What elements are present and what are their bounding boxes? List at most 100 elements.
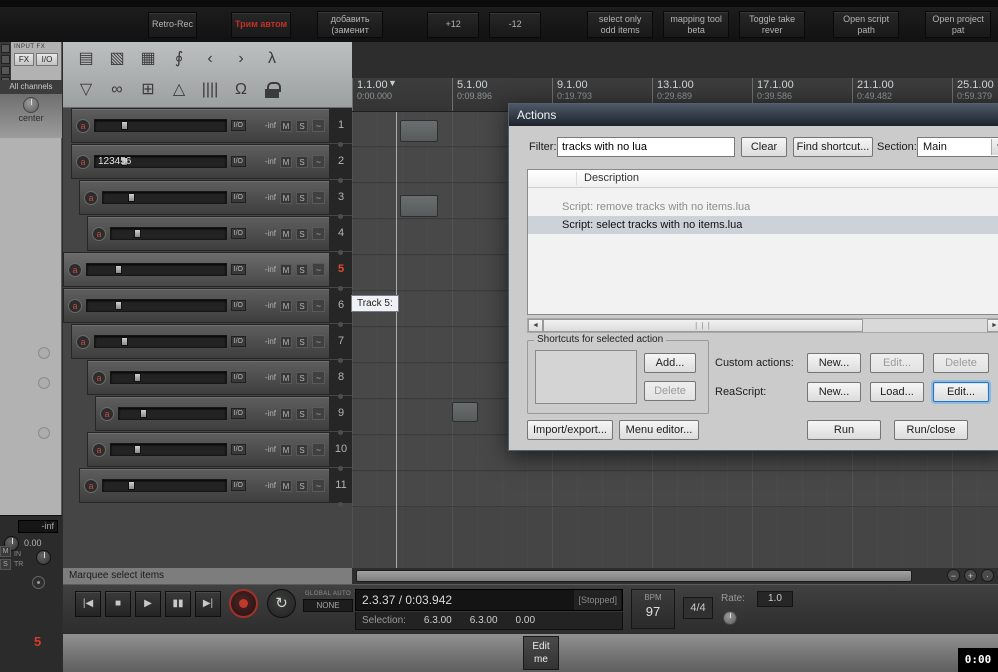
run-button[interactable]: Run	[807, 420, 881, 440]
track-size-dot[interactable]	[338, 178, 343, 183]
track-envelope-button[interactable]: ~	[312, 407, 325, 420]
monitor-knob[interactable]	[36, 550, 51, 565]
track-panel[interactable]: a I/O -inf M S ~	[63, 252, 330, 287]
record-arm-button[interactable]: a	[100, 406, 114, 421]
track-number-cell[interactable]: 7	[330, 324, 352, 363]
stop-button[interactable]: ■	[105, 591, 131, 617]
track-panel[interactable]: a I/O -inf M S ~	[87, 432, 330, 467]
mini-button[interactable]	[1, 66, 10, 75]
track-io-button[interactable]: I/O	[230, 372, 246, 383]
record-arm-button[interactable]: a	[84, 190, 98, 205]
track-envelope-button[interactable]: ~	[312, 479, 325, 492]
toolbar-button[interactable]: select only odd items	[587, 11, 654, 38]
hscrollbar-thumb[interactable]	[356, 570, 912, 582]
track-panel[interactable]: a I/O -inf M S ~	[63, 288, 330, 323]
toolbar-button[interactable]: Open script path	[833, 11, 900, 38]
menu-editor-button[interactable]: Menu editor...	[619, 420, 699, 440]
track-io-button[interactable]: I/O	[230, 336, 246, 347]
go-to-end-button[interactable]: ▶|	[195, 591, 221, 617]
find-shortcut-button[interactable]: Find shortcut...	[793, 137, 873, 157]
zoom-out-icon[interactable]: −	[947, 569, 960, 582]
track-number-cell[interactable]: 2	[330, 144, 352, 183]
record-arm-button[interactable]: a	[76, 154, 90, 169]
custom-new-button[interactable]: New...	[807, 353, 861, 373]
track-io-button[interactable]: I/O	[230, 480, 246, 491]
track-io-button[interactable]: I/O	[230, 444, 246, 455]
media-item[interactable]	[400, 195, 438, 217]
toolbar-button[interactable]: Open project pat	[925, 11, 992, 38]
save-project-icon[interactable]: ▦	[137, 47, 159, 71]
track-envelope-button[interactable]: ~	[312, 155, 325, 168]
filter-icon[interactable]: ▽	[75, 78, 97, 102]
track-number-cell[interactable]: 9	[330, 396, 352, 435]
track-solo-button[interactable]: S	[296, 479, 308, 492]
send-knob[interactable]	[38, 427, 50, 439]
metronome-icon[interactable]: λ	[261, 47, 283, 71]
paperclip-icon[interactable]: ∮	[168, 47, 190, 71]
track-panel[interactable]: a I/O -inf M S ~	[87, 360, 330, 395]
track-solo-button[interactable]: S	[296, 371, 308, 384]
track-panel[interactable]: a I/O -inf M S ~	[95, 396, 330, 431]
track-mute-button[interactable]: M	[280, 335, 292, 348]
track-panel[interactable]: a I/O -inf M S ~	[71, 324, 330, 359]
fader-handle[interactable]	[140, 409, 148, 418]
fader-handle[interactable]	[133, 373, 141, 382]
track-size-dot[interactable]	[338, 142, 343, 147]
action-list-hscrollbar[interactable]: ◄ | | | ►	[527, 318, 998, 333]
track-envelope-button[interactable]: ~	[312, 191, 325, 204]
track-volume-fader[interactable]	[110, 371, 227, 384]
scroll-right-arrow[interactable]: ►	[987, 319, 998, 332]
fader-handle[interactable]	[114, 265, 122, 274]
new-project-icon[interactable]: ▤	[75, 47, 97, 71]
rate-knob[interactable]	[723, 611, 737, 625]
track-io-button[interactable]: I/O	[230, 120, 246, 131]
add-shortcut-button[interactable]: Add...	[644, 353, 696, 373]
track-solo-button[interactable]: S	[296, 443, 308, 456]
rate-value[interactable]: 1.0	[757, 591, 793, 607]
fader-handle[interactable]	[114, 301, 122, 310]
filter-input[interactable]	[557, 137, 735, 157]
track-envelope-button[interactable]: ~	[312, 227, 325, 240]
track-size-dot[interactable]	[338, 358, 343, 363]
track-mute-button[interactable]: M	[280, 443, 292, 456]
track-number-cell[interactable]: 5	[330, 252, 352, 291]
toolbar-button[interactable]: добавить (заменит	[317, 11, 384, 38]
media-item[interactable]	[452, 402, 478, 422]
track-mute-button[interactable]: M	[280, 263, 292, 276]
track-envelope-button[interactable]: ~	[312, 335, 325, 348]
section-select[interactable]: Main ▼	[917, 137, 998, 157]
track-mute-button[interactable]: M	[280, 407, 292, 420]
track-panel[interactable]: a I/O -inf M S ~	[79, 468, 330, 503]
master-volume-readout[interactable]: -inf	[18, 520, 58, 533]
track-envelope-button[interactable]: ~	[312, 443, 325, 456]
track-size-dot[interactable]	[338, 502, 343, 507]
track-mute-button[interactable]: M	[280, 227, 292, 240]
custom-delete-button[interactable]: Delete	[933, 353, 989, 373]
track-number-cell[interactable]: 6	[330, 288, 352, 327]
track-size-dot[interactable]	[338, 430, 343, 435]
track-number-cell[interactable]: 10	[330, 432, 352, 471]
track-io-button[interactable]: I/O	[230, 192, 246, 203]
action-list-row[interactable]: Script: select tracks with no items.lua	[528, 216, 998, 234]
run-close-button[interactable]: Run/close	[894, 420, 968, 440]
media-item[interactable]	[400, 120, 438, 142]
shortcuts-listbox[interactable]	[535, 350, 637, 404]
track-number-cell[interactable]: 1	[330, 108, 352, 147]
grouping-icon[interactable]: ||||	[199, 78, 221, 102]
snap-magnet-icon[interactable]: Ω	[230, 78, 252, 102]
scroll-left-arrow[interactable]: ◄	[528, 319, 543, 332]
zoom-in-icon[interactable]: +	[964, 569, 977, 582]
pause-button[interactable]: ▮▮	[165, 591, 191, 617]
record-arm-button[interactable]: a	[68, 298, 82, 313]
toolbar-button[interactable]: Toggle take rever	[739, 11, 806, 38]
track-io-button[interactable]: I/O	[230, 408, 246, 419]
arrange-hscrollbar[interactable]: − + ·	[352, 568, 998, 584]
transport-time-display[interactable]: 2.3.37 / 0:03.942 [Stopped]	[355, 589, 623, 611]
track-solo-button[interactable]: S	[296, 299, 308, 312]
track-panel[interactable]: a I/O -inf M S ~	[71, 108, 330, 143]
track-envelope-button[interactable]: ~	[312, 263, 325, 276]
record-arm-button[interactable]: a	[92, 442, 106, 457]
pan-knob[interactable]	[23, 97, 39, 113]
record-arm-button[interactable]: a	[68, 262, 82, 277]
track-volume-fader[interactable]	[110, 443, 227, 456]
